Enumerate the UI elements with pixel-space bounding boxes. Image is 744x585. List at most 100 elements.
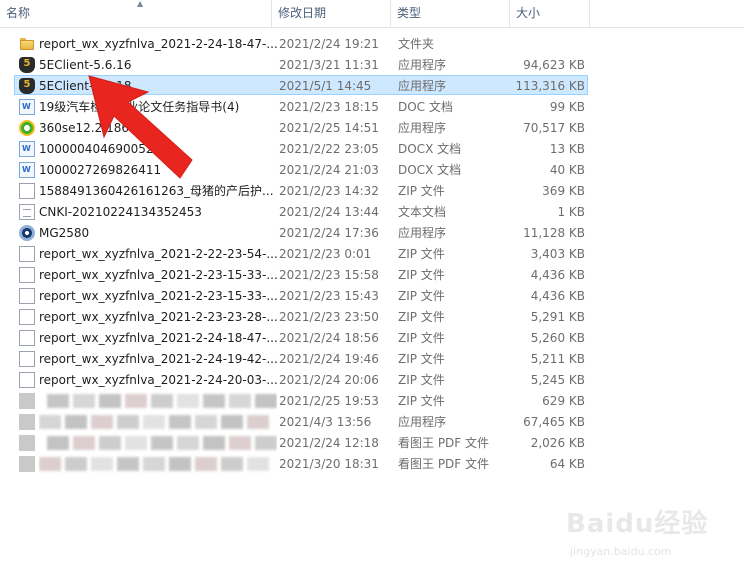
file-type: 应用程序	[398, 121, 447, 135]
word-doc-icon	[19, 162, 35, 178]
file-row[interactable]: report_wx_xyzfnlva_2021-2-24-18-47-... 20…	[14, 327, 588, 347]
redacted-block	[229, 436, 251, 450]
file-row[interactable]: report_wx_xyzfnlva_2021-2-23-15-33-... 20…	[14, 264, 588, 284]
zip-file-icon	[19, 372, 35, 388]
blurred-icon	[19, 435, 35, 451]
file-row[interactable]: 2021/3/20 18:31 看图王 PDF 文件 64 KB	[14, 453, 588, 473]
file-date: 2021/3/20 18:31	[279, 457, 379, 471]
file-date: 2021/2/24 21:03	[279, 163, 379, 177]
mg-app-icon	[19, 225, 35, 241]
file-name[interactable]: report_wx_xyzfnlva_2021-2-24-18-47-...	[39, 34, 277, 54]
file-size	[509, 34, 585, 54]
file-name[interactable]	[39, 454, 277, 474]
redacted-block	[73, 436, 95, 450]
file-date: 2021/2/24 17:36	[279, 226, 379, 240]
file-row[interactable]: report_wx_xyzfnlva_2021-2-23-23-28-... 20…	[14, 306, 588, 326]
file-type: ZIP 文件	[398, 310, 445, 324]
file-date: 2021/2/25 14:51	[279, 121, 379, 135]
file-row[interactable]: 5EClient-5.6.162021/3/21 11:31 应用程序 94,623…	[14, 54, 588, 74]
file-date: 2021/2/24 19:46	[279, 352, 379, 366]
redacted-block	[203, 436, 225, 450]
file-name[interactable]: 1000027269826411	[39, 160, 277, 180]
file-name[interactable]: 5EClient-5.6.16	[39, 55, 277, 75]
file-icon-cell	[19, 309, 35, 325]
file-name[interactable]: CNKI-20210224134352453	[39, 202, 277, 222]
file-row[interactable]: 5EClient-5.6.182021/5/1 14:45 应用程序 113,316…	[14, 75, 588, 95]
file-size: 40 KB	[549, 163, 585, 177]
file-size: 11,128 KB	[523, 226, 585, 240]
file-name[interactable]: 5EClient-5.6.18	[39, 76, 277, 96]
file-size: 13 KB	[549, 142, 585, 156]
file-name[interactable]: MG2580	[39, 223, 277, 243]
file-name[interactable]: 1588491360426161263_母猪的产后护...	[39, 181, 277, 201]
file-name[interactable]: report_wx_xyzfnlva_2021-2-23-15-33-...	[39, 265, 277, 285]
file-name[interactable]: 360se12.2.1860.0	[39, 118, 277, 138]
file-type: 应用程序	[398, 58, 447, 72]
file-type: ZIP 文件	[398, 247, 445, 261]
redacted-block	[229, 394, 251, 408]
file-row[interactable]: 2021/2/25 19:53 ZIP 文件 629 KB	[14, 390, 588, 410]
file-size: 67,465 KB	[523, 415, 585, 429]
redacted-block	[47, 436, 69, 450]
file-icon-cell	[19, 204, 35, 220]
file-type: 看图王 PDF 文件	[398, 457, 490, 471]
file-row[interactable]: report_wx_xyzfnlva_2021-2-22-23-54-... 20…	[14, 243, 588, 263]
file-type: DOCX 文档	[398, 163, 462, 177]
file-row[interactable]: report_wx_xyzfnlva_2021-2-24-19-42-... 20…	[14, 348, 588, 368]
file-row[interactable]: CNKI-20210224134352453 2021/2/24 13:44 文本文…	[14, 201, 588, 221]
file-type: ZIP 文件	[398, 331, 445, 345]
file-row[interactable]: report_wx_xyzfnlva_2021-2-24-18-47-... 20…	[14, 33, 588, 53]
5eclient-app-icon	[19, 78, 35, 94]
file-size: 5,291 KB	[530, 310, 585, 324]
file-date: 2021/2/23 15:58	[279, 268, 379, 282]
file-name[interactable]: 19级汽车检测毕业论文任务指导书(4)	[39, 97, 277, 117]
zip-file-icon	[19, 288, 35, 304]
file-name[interactable]	[39, 433, 277, 453]
file-name[interactable]: report_wx_xyzfnlva_2021-2-23-23-28-...	[39, 307, 277, 327]
column-header-bar: 名称 ▲ 修改日期 类型 大小	[0, 0, 744, 28]
file-name[interactable]: report_wx_xyzfnlva_2021-2-24-20-03-...	[39, 370, 277, 390]
file-name[interactable]	[39, 391, 277, 411]
column-header-size-label: 大小	[516, 6, 541, 20]
zip-file-icon	[19, 246, 35, 262]
redacted-block	[151, 394, 173, 408]
file-icon-cell	[19, 120, 35, 136]
column-header-size[interactable]: 大小	[510, 0, 590, 27]
redacted-block	[221, 415, 243, 429]
file-date: 2021/2/23 23:50	[279, 310, 379, 324]
redacted-block	[47, 394, 69, 408]
file-row[interactable]: 2021/2/24 12:18 看图王 PDF 文件 2,026 KB	[14, 432, 588, 452]
file-icon-cell	[19, 393, 35, 409]
folder-icon	[19, 36, 35, 52]
file-row[interactable]: 1588491360426161263_母猪的产后护... 2021/2/23 1…	[14, 180, 588, 200]
file-name[interactable]: report_wx_xyzfnlva_2021-2-24-19-42-...	[39, 349, 277, 369]
file-row[interactable]: 2021/4/3 13:56 应用程序 67,465 KB	[14, 411, 588, 431]
redacted-block	[91, 415, 113, 429]
file-row[interactable]: 10000272698264112021/2/24 21:03 DOCX 文档 40…	[14, 159, 588, 179]
file-date: 2021/2/24 18:56	[279, 331, 379, 345]
file-row[interactable]: report_wx_xyzfnlva_2021-2-24-20-03-... 20…	[14, 369, 588, 389]
file-row[interactable]: 360se12.2.1860.0 2021/2/25 14:51 应用程序 70,51…	[14, 117, 588, 137]
zip-file-icon	[19, 351, 35, 367]
column-header-date[interactable]: 修改日期	[272, 0, 391, 27]
file-row[interactable]: report_wx_xyzfnlva_2021-2-23-15-33-... 20…	[14, 285, 588, 305]
file-row[interactable]: 10000040469005242021/2/22 23:05 DOCX 文档 13…	[14, 138, 588, 158]
file-name[interactable]: report_wx_xyzfnlva_2021-2-24-18-47-...	[39, 328, 277, 348]
file-row[interactable]: MG2580 2021/2/24 17:36 应用程序 11,128 KB	[14, 222, 588, 242]
5eclient-app-icon	[19, 57, 35, 73]
file-name[interactable]: 1000004046900524	[39, 139, 277, 159]
file-date: 2021/2/22 23:05	[279, 142, 379, 156]
redacted-block	[65, 457, 87, 471]
file-name[interactable]	[39, 412, 277, 432]
file-size: 64 KB	[549, 457, 585, 471]
column-header-name[interactable]: 名称	[0, 0, 272, 27]
file-icon-cell	[19, 36, 35, 52]
file-type: 文件夹	[398, 37, 435, 51]
file-name[interactable]: report_wx_xyzfnlva_2021-2-22-23-54-...	[39, 244, 277, 264]
file-icon-cell	[19, 351, 35, 367]
column-header-type[interactable]: 类型	[391, 0, 510, 27]
redacted-block	[169, 415, 191, 429]
file-row[interactable]: 19级汽车检测毕业论文任务指导书(4)2021/2/23 18:15 DOC 文档…	[14, 96, 588, 116]
file-icon-cell	[19, 57, 35, 73]
file-name[interactable]: report_wx_xyzfnlva_2021-2-23-15-33-...	[39, 286, 277, 306]
